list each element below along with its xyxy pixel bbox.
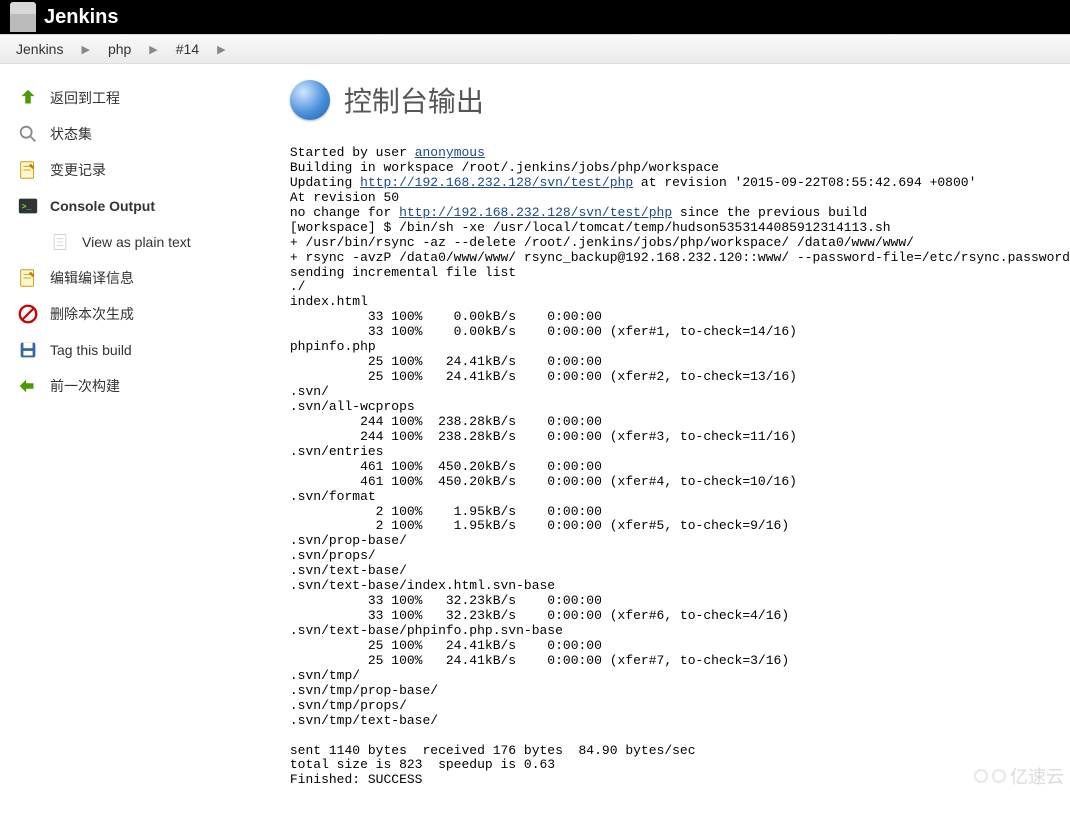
console-line: Updating [290,175,360,190]
chevron-right-icon: ▶ [81,43,89,56]
chevron-right-icon: ▶ [149,43,157,56]
sidebar-item-label: 删除本次生成 [50,304,134,324]
console-line: + rsync -avzP /data0/www/www/ rsync_back… [290,250,1070,265]
watermark-text: 亿速云 [1010,763,1064,789]
console-line: Building in workspace /root/.jenkins/job… [290,160,719,175]
sidebar-item-label: Tag this build [50,342,132,358]
sidebar-item-view-plain-text[interactable]: View as plain text [12,224,278,260]
notepad-icon [16,266,40,290]
sidebar-item-label: View as plain text [82,234,191,250]
console-line: [workspace] $ /bin/sh -xe /usr/local/tom… [290,220,891,235]
svg-text:>_: >_ [22,203,32,212]
page-title-row: 控制台输出 [290,80,1070,120]
breadcrumb-jenkins[interactable]: Jenkins [16,41,63,57]
delete-icon [16,302,40,326]
console-output: Started by user anonymous Building in wo… [290,146,1070,788]
sidebar-item-back-to-project[interactable]: 返回到工程 [12,80,278,116]
search-icon [16,122,40,146]
sidebar-item-label: 变更记录 [50,160,106,180]
document-icon [48,230,72,254]
sidebar: 返回到工程 状态集 变更记录 >_ Console Output View as… [0,64,290,818]
top-header: Jenkins [0,0,1070,34]
notepad-icon [16,158,40,182]
sidebar-item-changes[interactable]: 变更记录 [12,152,278,188]
main-content: 控制台输出 Started by user anonymous Building… [290,64,1070,818]
sidebar-item-delete-build[interactable]: 删除本次生成 [12,296,278,332]
console-line: Started by user [290,145,415,160]
build-status-ball-icon [290,80,330,120]
sidebar-item-label: 前一次构建 [50,376,120,396]
brand-text: Jenkins [44,6,118,29]
console-line: At revision 50 [290,190,399,205]
chevron-right-icon: ▶ [217,43,225,56]
sidebar-item-status[interactable]: 状态集 [12,116,278,152]
up-arrow-icon [16,86,40,110]
svn-url-link[interactable]: http://192.168.232.128/svn/test/php [399,205,672,220]
breadcrumb-build[interactable]: #14 [176,41,199,57]
breadcrumb: Jenkins ▶ php ▶ #14 ▶ [0,34,1070,64]
console-line: since the previous build [672,205,867,220]
jenkins-logo-icon [10,2,36,32]
svn-url-link[interactable]: http://192.168.232.128/svn/test/php [360,175,633,190]
left-arrow-icon [16,374,40,398]
sidebar-item-label: 返回到工程 [50,88,120,108]
watermark-circle-icon [992,769,1006,783]
console-line: + /usr/bin/rsync -az --delete /root/.jen… [290,235,914,250]
sidebar-item-tag-build[interactable]: Tag this build [12,332,278,368]
console-line: no change for [290,205,399,220]
terminal-icon: >_ [16,194,40,218]
sidebar-item-label: 状态集 [50,124,92,144]
page-title: 控制台输出 [344,80,484,120]
console-line: at revision '2015-09-22T08:55:42.694 +08… [633,175,976,190]
jenkins-logo-link[interactable]: Jenkins [10,2,118,32]
console-body: ./ index.html 33 100% 0.00kB/s 0:00:00 3… [290,279,797,787]
watermark: 亿速云 [974,763,1064,789]
sidebar-item-console-output[interactable]: >_ Console Output [12,188,278,224]
sidebar-item-label: 编辑编译信息 [50,268,134,288]
save-icon [16,338,40,362]
console-line: sending incremental file list [290,265,516,280]
watermark-circle-icon [974,769,988,783]
sidebar-item-label: Console Output [50,198,155,214]
sidebar-item-edit-build-info[interactable]: 编辑编译信息 [12,260,278,296]
sidebar-item-previous-build[interactable]: 前一次构建 [12,368,278,404]
user-link[interactable]: anonymous [415,145,485,160]
breadcrumb-php[interactable]: php [108,41,131,57]
